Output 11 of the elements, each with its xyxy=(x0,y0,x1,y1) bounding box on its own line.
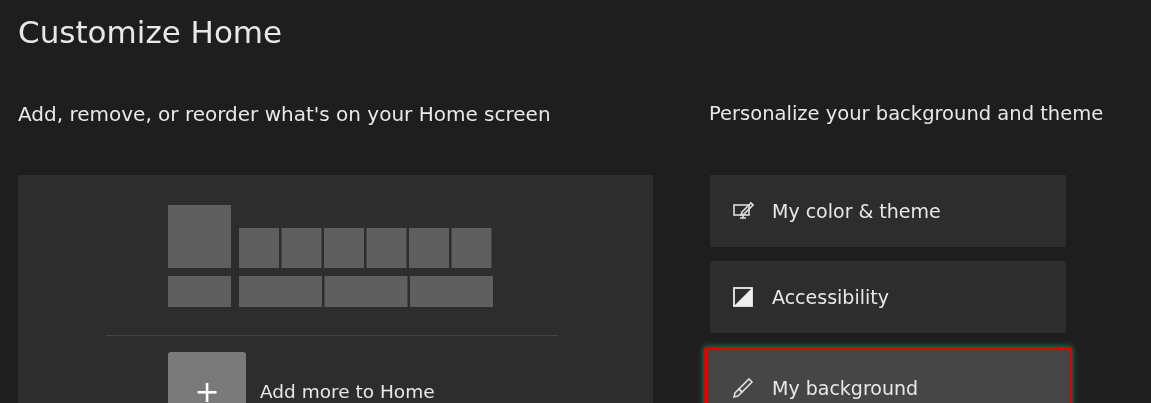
add-label: Add more to Home xyxy=(260,380,435,402)
menu-item[interactable]: My background xyxy=(704,347,1072,403)
section-heading: Personalize your background and theme xyxy=(709,102,1105,127)
contrast-icon xyxy=(732,286,754,308)
menu-item[interactable]: My color & theme xyxy=(710,175,1066,247)
brush-icon xyxy=(732,377,754,399)
add-button[interactable]: + xyxy=(168,352,246,403)
menu-item[interactable]: Accessibility xyxy=(710,261,1066,333)
page-title: Customize Home xyxy=(18,14,283,50)
monitor-pencil-icon xyxy=(732,200,754,222)
section-heading: Add, remove, or reorder what's on your Home screen xyxy=(18,102,552,128)
